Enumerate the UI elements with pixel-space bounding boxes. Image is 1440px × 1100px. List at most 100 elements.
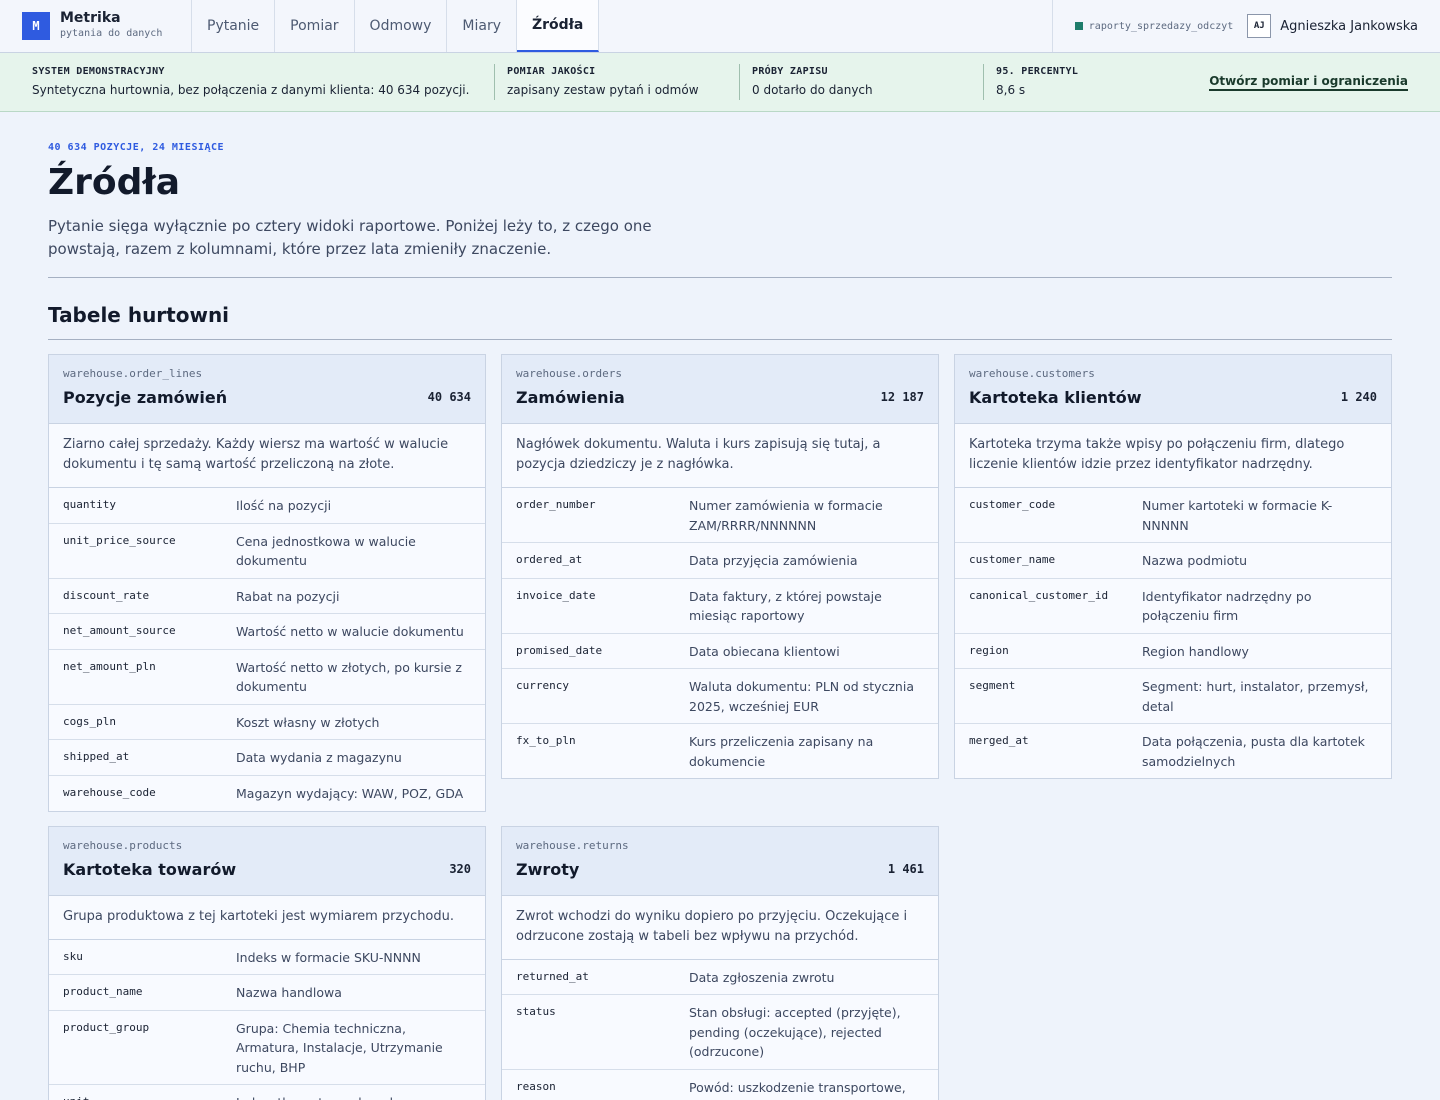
column-row: promised_date Data obiecana klientowi (502, 634, 938, 669)
table-description: Grupa produktowa z tej kartoteki jest wy… (49, 896, 485, 940)
column-row: warehouse_code Magazyn wydający: WAW, POZ… (49, 776, 485, 811)
table-title: Zwroty (516, 859, 580, 879)
column-name: unit (63, 1093, 236, 1100)
brand[interactable]: M Metrika pytania do danych (0, 0, 192, 52)
table-title: Kartoteka towarów (63, 859, 237, 879)
table-row-count: 40 634 (427, 390, 471, 404)
column-name: warehouse_code (63, 785, 156, 799)
column-name: customer_name (969, 553, 1056, 566)
tab-pomiar[interactable]: Pomiar (275, 0, 355, 52)
table-title: Pozycje zamówień (63, 388, 228, 407)
column-row: shipped_at Data wydania z magazynu (49, 740, 485, 776)
column-row: invoice_date Data faktury, z której powst… (502, 579, 938, 634)
table-key: warehouse.order_lines (63, 367, 203, 380)
tab-miary[interactable]: Miary (447, 0, 517, 52)
tab-pytanie[interactable]: Pytanie (192, 0, 276, 52)
column-description: Kurs przeliczenia zapisany na dokumencie (689, 734, 874, 769)
column-description: Segment: hurt, instalator, przemysł, det… (1142, 679, 1369, 714)
column-name: promised_date (516, 643, 603, 657)
column-name: net_amount_source (63, 624, 176, 637)
table-card-header: warehouse.customers Kartoteka klientów 1 2… (955, 355, 1391, 424)
column-row: region Region handlowy (955, 634, 1391, 669)
user-name[interactable]: Agnieszka Jankowska (1280, 19, 1418, 34)
table-description: Ziarno całej sprzedaży. Każdy wiersz ma … (49, 424, 485, 488)
section-title: Tabele hurtowni (48, 303, 230, 327)
status-value: 0 dotarło do danych (752, 83, 873, 97)
tab-odmowy[interactable]: Odmowy (355, 0, 448, 52)
column-description: Koszt własny w złotych (236, 714, 380, 730)
column-description: Cena jednostkowa w walucie dokumentu (236, 533, 416, 569)
table-title: Kartoteka klientów (969, 388, 1142, 407)
table-card: warehouse.orders Zamówienia 12 187 Nagłówek… (501, 354, 939, 779)
column-description: Wartość netto w walucie dokumentu (236, 624, 464, 639)
column-description: Waluta dokumentu: PLN od stycznia 2025, … (689, 679, 914, 714)
column-name: status (516, 1005, 556, 1018)
status-value: 8,6 s (996, 83, 1026, 97)
column-row: merged_at Data połączenia, pusta dla kart… (955, 724, 1391, 778)
column-row: ordered_at Data przyjęcia zamówienia (502, 543, 938, 579)
status-strip: SYSTEM DEMONSTRACYJNY Syntetyczna hurtow… (0, 53, 1440, 112)
column-description: Numer kartoteki w formacie K-NNNNN (1142, 498, 1333, 533)
column-row: order_number Numer zamówienia w formacie … (502, 488, 938, 543)
column-description: Nazwa handlowa (236, 985, 342, 1000)
table-card: warehouse.customers Kartoteka klientów 1 2… (954, 354, 1392, 779)
app-name: Metrika (60, 10, 121, 26)
page-eyebrow: 40 634 POZYCJE, 24 MIESIĄCE (48, 142, 225, 153)
column-name: product_group (63, 1020, 150, 1034)
column-row: status Stan obsługi: accepted (przyjęte),… (502, 995, 938, 1070)
column-row: reason Powód: uszkodzenie transportowe, b… (502, 1070, 938, 1100)
open-measurement-link[interactable]: Otwórz pomiar i ograniczenia (1209, 74, 1408, 91)
column-name: returned_at (516, 969, 589, 983)
tables-grid: warehouse.order_lines Pozycje zamówień 40 … (48, 354, 1392, 1100)
table-card-header: warehouse.order_lines Pozycje zamówień 40 … (49, 355, 485, 424)
column-description: Grupa: Chemia techniczna, Armatura, Inst… (236, 1020, 443, 1075)
column-description: Jednostka: szt., opak., mb (236, 1093, 471, 1100)
column-description: Nazwa podmiotu (1142, 553, 1248, 568)
column-row: returned_at Data zgłoszenia zwrotu (502, 960, 938, 995)
column-row: unitJednostka: szt., opak., mb (49, 1085, 485, 1100)
column-name: invoice_date (516, 588, 596, 602)
main-content: 40 634 POZYCJE, 24 MIESIĄCE Źródła Pytan… (0, 112, 1440, 1100)
column-description: Magazyn wydający: WAW, POZ, GDA (236, 785, 464, 801)
column-description: Data połączenia, pusta dla kartotek samo… (1142, 734, 1365, 769)
status-value: Syntetyczna hurtownia, bez połączenia z … (32, 83, 470, 97)
column-row: customer_name Nazwa podmiotu (955, 543, 1391, 579)
column-name: merged_at (969, 734, 1029, 747)
table-description: Zwrot wchodzi do wyniku dopiero po przyj… (502, 896, 938, 960)
avatar[interactable]: AJ (1247, 14, 1272, 38)
column-description: Data zgłoszenia zwrotu (689, 969, 835, 985)
tab-zrodla[interactable]: Źródła (517, 0, 600, 52)
column-name: sku (63, 949, 83, 963)
app-logo: M (22, 12, 50, 40)
column-name: segment (969, 679, 1016, 692)
column-name: currency (516, 679, 569, 692)
table-card: warehouse.returns Zwroty 1 461 Zwrot wchodz… (501, 825, 939, 1100)
column-description: Indeks w formacie SKU-NNNN (236, 949, 421, 965)
table-row-count: 1 461 (887, 861, 924, 876)
table-key: warehouse.orders (516, 367, 622, 380)
table-card-header: warehouse.products Kartoteka towarów 320 (49, 826, 485, 896)
column-description: Data wydania z magazynu (236, 750, 402, 765)
column-name: quantity (63, 498, 116, 511)
column-row: quantity Ilość na pozycji (49, 488, 485, 524)
divider (48, 339, 1392, 340)
status-value: zapisany zestaw pytań i odmów (507, 83, 699, 97)
column-name: canonical_customer_id (969, 588, 1109, 602)
table-card-header: warehouse.returns Zwroty 1 461 (502, 826, 938, 896)
column-name: cogs_pln (63, 714, 116, 728)
column-row: sku Indeks w formacie SKU-NNNN (49, 940, 485, 975)
column-name: region (969, 643, 1009, 657)
table-row-count: 320 (449, 861, 471, 876)
table-row-count: 1 240 (1340, 390, 1377, 404)
status-label: SYSTEM DEMONSTRACYJNY (32, 66, 165, 77)
column-name: net_amount_pln (63, 659, 156, 673)
column-description: Data obiecana klientowi (689, 643, 840, 659)
table-card-header: warehouse.orders Zamówienia 12 187 (502, 355, 938, 424)
app-subtitle: pytania do danych (60, 28, 163, 39)
column-name: shipped_at (63, 750, 130, 763)
status-label: 95. PERCENTYL (996, 66, 1079, 77)
column-name: product_name (63, 985, 143, 998)
column-description: Wartość netto w złotych, po kursie z dok… (236, 659, 462, 695)
column-description: Data faktury, z której powstaje miesiąc … (689, 588, 882, 624)
connection-status-icon (1074, 22, 1083, 30)
